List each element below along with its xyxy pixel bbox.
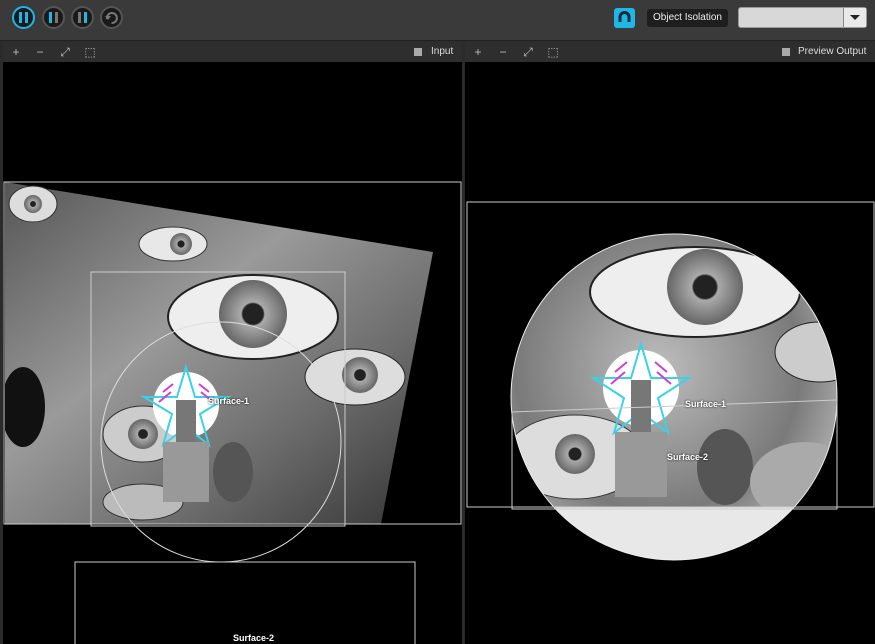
zoom-out-icon[interactable]: − (33, 45, 47, 59)
zoom-in-icon[interactable]: + (471, 45, 485, 59)
input-panel-toolbar: + − ⤢ ⬚ Input (3, 42, 462, 62)
input-canvas[interactable]: Surface-1 Surface-2 (3, 62, 462, 644)
preview-canvas[interactable]: Surface-1 Surface-2 (465, 62, 875, 644)
fit-icon[interactable]: ⤢ (58, 45, 72, 59)
panel-toggle-icon[interactable] (414, 48, 422, 56)
preview-panel-title: Preview Output (798, 46, 867, 57)
pause-icon (78, 12, 87, 23)
input-panel-title: Input (431, 46, 454, 57)
surface-label[interactable]: Surface-1 (685, 399, 726, 409)
reset-button[interactable] (100, 6, 123, 29)
dropdown-arrow[interactable] (843, 8, 866, 27)
preview-panel-toolbar: + − ⤢ ⬚ Preview Output (465, 42, 875, 62)
input-panel: + − ⤢ ⬚ Input Surface-1 Surface-2 (3, 42, 462, 644)
zoom-out-icon[interactable]: − (496, 45, 510, 59)
magnet-icon (618, 11, 631, 22)
preview-image (466, 201, 875, 561)
refresh-icon (105, 12, 118, 24)
surface-label[interactable]: Surface-1 (208, 396, 249, 406)
object-isolation-label: Object Isolation (647, 9, 728, 27)
pause-output-button[interactable] (71, 6, 94, 29)
pause-play-button[interactable] (12, 6, 35, 29)
chevron-down-icon (850, 15, 860, 20)
input-image (3, 181, 462, 644)
top-toolbar: Object Isolation (0, 0, 875, 41)
surface-select-dropdown[interactable] (738, 7, 867, 28)
surface-label[interactable]: Surface-2 (233, 633, 274, 643)
pause-icon (19, 12, 28, 23)
fit-icon[interactable]: ⤢ (521, 45, 535, 59)
select-icon[interactable]: ⬚ (83, 45, 97, 59)
panel-toggle-icon[interactable] (782, 48, 790, 56)
surface-label[interactable]: Surface-2 (667, 452, 708, 462)
preview-panel: + − ⤢ ⬚ Preview Output Surface-1 Surface… (465, 42, 875, 644)
zoom-in-icon[interactable]: + (9, 45, 23, 59)
select-icon[interactable]: ⬚ (546, 45, 560, 59)
object-isolation-toggle[interactable] (614, 8, 635, 28)
pause-icon (49, 12, 58, 23)
pause-layer-button[interactable] (42, 6, 65, 29)
